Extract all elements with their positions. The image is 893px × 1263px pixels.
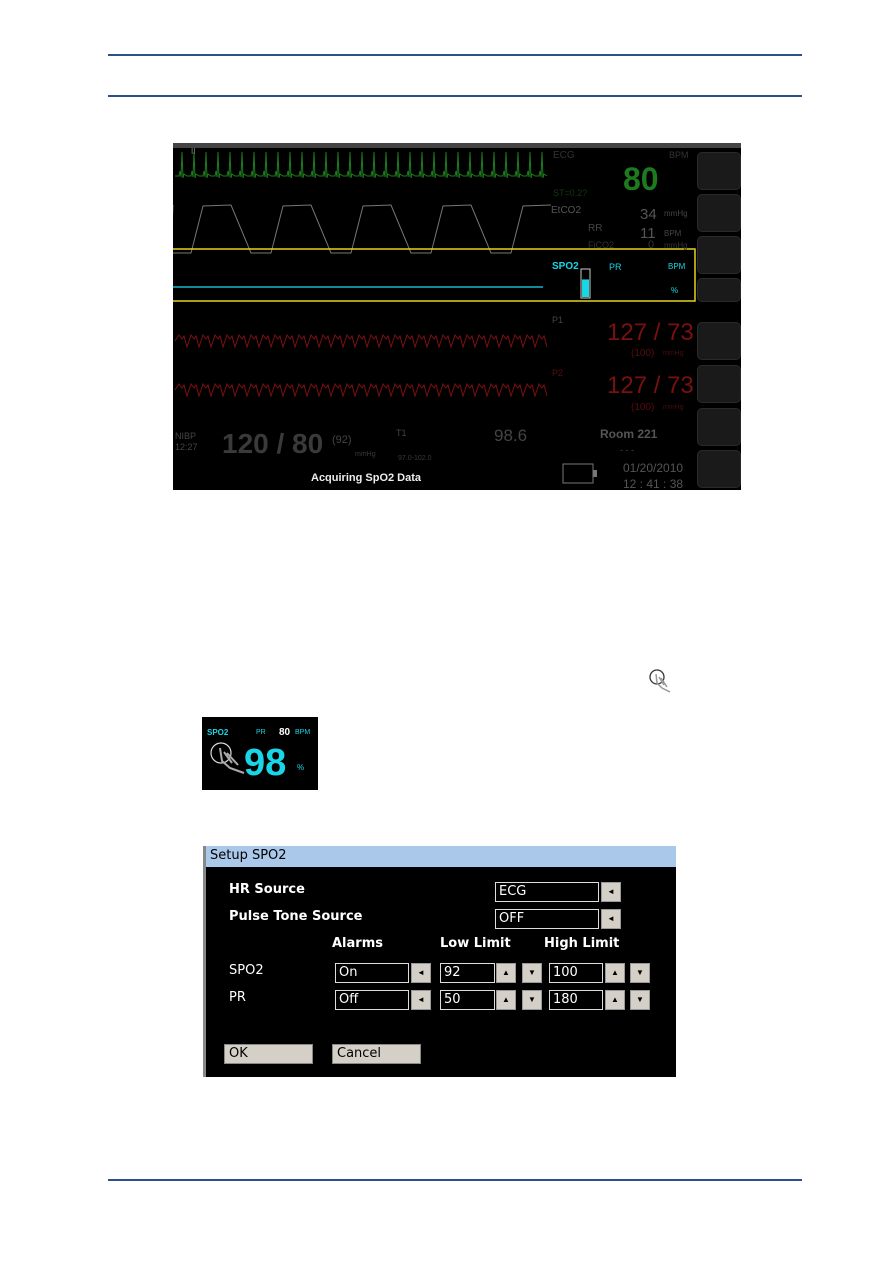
spo2-unit: %	[297, 763, 305, 772]
etco2-label: EtCO2	[551, 205, 582, 216]
spo2-high-limit-field[interactable]: 100	[549, 963, 603, 983]
pr-row-label: PR	[229, 990, 246, 1005]
spo2-label: SPO2	[207, 728, 229, 737]
cancel-button[interactable]: Cancel	[332, 1044, 421, 1064]
spo2-parameter-box[interactable]: SPO2 PR 80 BPM 98 %	[202, 717, 318, 790]
p1-waveform	[174, 333, 548, 349]
spo2-high-up-button[interactable]: ▲	[605, 963, 625, 983]
pr-unit: BPM	[668, 262, 686, 271]
battery-icon	[562, 463, 594, 484]
header-rule-top	[108, 54, 802, 56]
ecg-unit: BPM	[669, 150, 689, 160]
p1-mean: (100)	[631, 348, 655, 359]
footer-rule	[108, 1179, 802, 1181]
spo2-high-down-button[interactable]: ▼	[630, 963, 650, 983]
spo2-low-limit-field[interactable]: 92	[440, 963, 495, 983]
pulse-tone-field[interactable]: OFF	[495, 909, 599, 929]
pr-alarm-field[interactable]: Off	[335, 990, 409, 1010]
fico2-unit: mmHg	[664, 241, 688, 250]
setup-spo2-dialog: Setup SPO2 HR Source ECG ◄ Pulse Tone So…	[203, 846, 676, 1077]
spo2-unit: %	[671, 286, 679, 295]
battery-tip	[593, 470, 597, 477]
spo2-row-label: SPO2	[229, 963, 264, 978]
trends-button[interactable]	[697, 408, 741, 446]
p1-unit: mmHg	[663, 350, 684, 357]
alarms-header: Alarms	[332, 936, 383, 951]
time: 12 : 41 : 38	[623, 477, 684, 490]
pr-label: PR	[256, 729, 266, 736]
pr-unit: BPM	[295, 729, 311, 736]
nibp-value: 120 / 80	[222, 428, 324, 459]
st-value: ST=0.2?	[553, 188, 588, 198]
p2-mean: (100)	[631, 402, 655, 413]
nibp-unit: mmHg	[355, 451, 376, 458]
spo2-low-up-button[interactable]: ▲	[496, 963, 516, 983]
fico2-value: 0	[648, 239, 655, 251]
dialog-title: Setup SPO2	[206, 846, 676, 867]
spo2-label: SPO2	[552, 261, 579, 272]
rr-label: RR	[588, 223, 603, 234]
spo2-value: 98	[244, 742, 287, 784]
p2-waveform	[174, 382, 548, 398]
capnography-waveform	[173, 204, 552, 254]
pr-label: PR	[609, 262, 622, 272]
ecg-label: ECG	[553, 150, 575, 161]
pr-high-down-button[interactable]: ▼	[630, 990, 650, 1010]
header-rule-bottom	[108, 95, 802, 97]
large-numeric-button[interactable]	[697, 152, 741, 190]
pr-high-limit-field[interactable]: 180	[549, 990, 603, 1010]
fico2-label: FiCO2	[588, 240, 615, 250]
pr-high-up-button[interactable]: ▲	[605, 990, 625, 1010]
spo2-highlight-box	[173, 248, 696, 302]
p1-value: 127 / 73	[607, 319, 694, 346]
p2-value: 127 / 73	[607, 372, 694, 399]
pulse-tone-left-arrow[interactable]: ◄	[601, 909, 621, 929]
rr-unit: BPM	[664, 229, 682, 238]
p2-label: P2	[552, 368, 564, 378]
pr-low-down-button[interactable]: ▼	[522, 990, 542, 1010]
system-button[interactable]	[697, 450, 741, 488]
low-limit-header: Low Limit	[440, 936, 511, 951]
touch-hand-icon	[649, 669, 671, 693]
standby-button[interactable]	[697, 322, 741, 360]
pulse-tone-label: Pulse Tone Source	[229, 909, 363, 924]
temp-range: 97.0-102.0	[398, 455, 432, 462]
hr-source-label: HR Source	[229, 882, 305, 897]
patient-monitor-screenshot: ECG BPM II 80 ST=0.2? EtCO2 34 mmHg RR 1…	[173, 143, 741, 490]
pr-value: 80	[279, 727, 291, 738]
waveform-setup-button[interactable]	[697, 194, 741, 232]
status-message: Acquiring SpO2 Data	[311, 472, 422, 484]
spo2-signal-bar	[582, 279, 589, 297]
temp-value: 98.6	[494, 426, 528, 445]
ecg-lead: II	[191, 147, 196, 156]
etco2-value: 34	[640, 206, 657, 223]
mark-button[interactable]	[697, 236, 741, 274]
etco2-unit: mmHg	[664, 209, 688, 218]
temp-label: T1	[396, 428, 407, 438]
pr-low-limit-field[interactable]: 50	[440, 990, 495, 1010]
touch-hand-icon	[210, 742, 245, 774]
date: 01/20/2010	[623, 461, 684, 475]
spo2-low-down-button[interactable]: ▼	[522, 963, 542, 983]
nibp-mean: (92)	[332, 434, 352, 446]
p1-label: P1	[552, 315, 564, 325]
alarm-silence-button[interactable]	[697, 278, 741, 302]
room-label: Room 221	[600, 427, 658, 441]
hr-source-left-arrow[interactable]: ◄	[601, 882, 621, 902]
p2-unit: mmHg	[663, 404, 684, 411]
spo2-alarm-left-arrow[interactable]: ◄	[411, 963, 431, 983]
spo2-alarm-field[interactable]: On	[335, 963, 409, 983]
high-limit-header: High Limit	[544, 936, 620, 951]
ecg-waveform	[175, 151, 548, 179]
pr-alarm-left-arrow[interactable]: ◄	[411, 990, 431, 1010]
heart-rate-value: 80	[623, 161, 659, 197]
ok-button[interactable]: OK	[224, 1044, 313, 1064]
pr-low-up-button[interactable]: ▲	[496, 990, 516, 1010]
nibp-label: NIBP	[175, 431, 197, 441]
room-sub: - - -	[620, 445, 634, 455]
print-button[interactable]	[697, 365, 741, 403]
hr-source-field[interactable]: ECG	[495, 882, 599, 902]
nibp-time: 12:27	[175, 442, 198, 452]
